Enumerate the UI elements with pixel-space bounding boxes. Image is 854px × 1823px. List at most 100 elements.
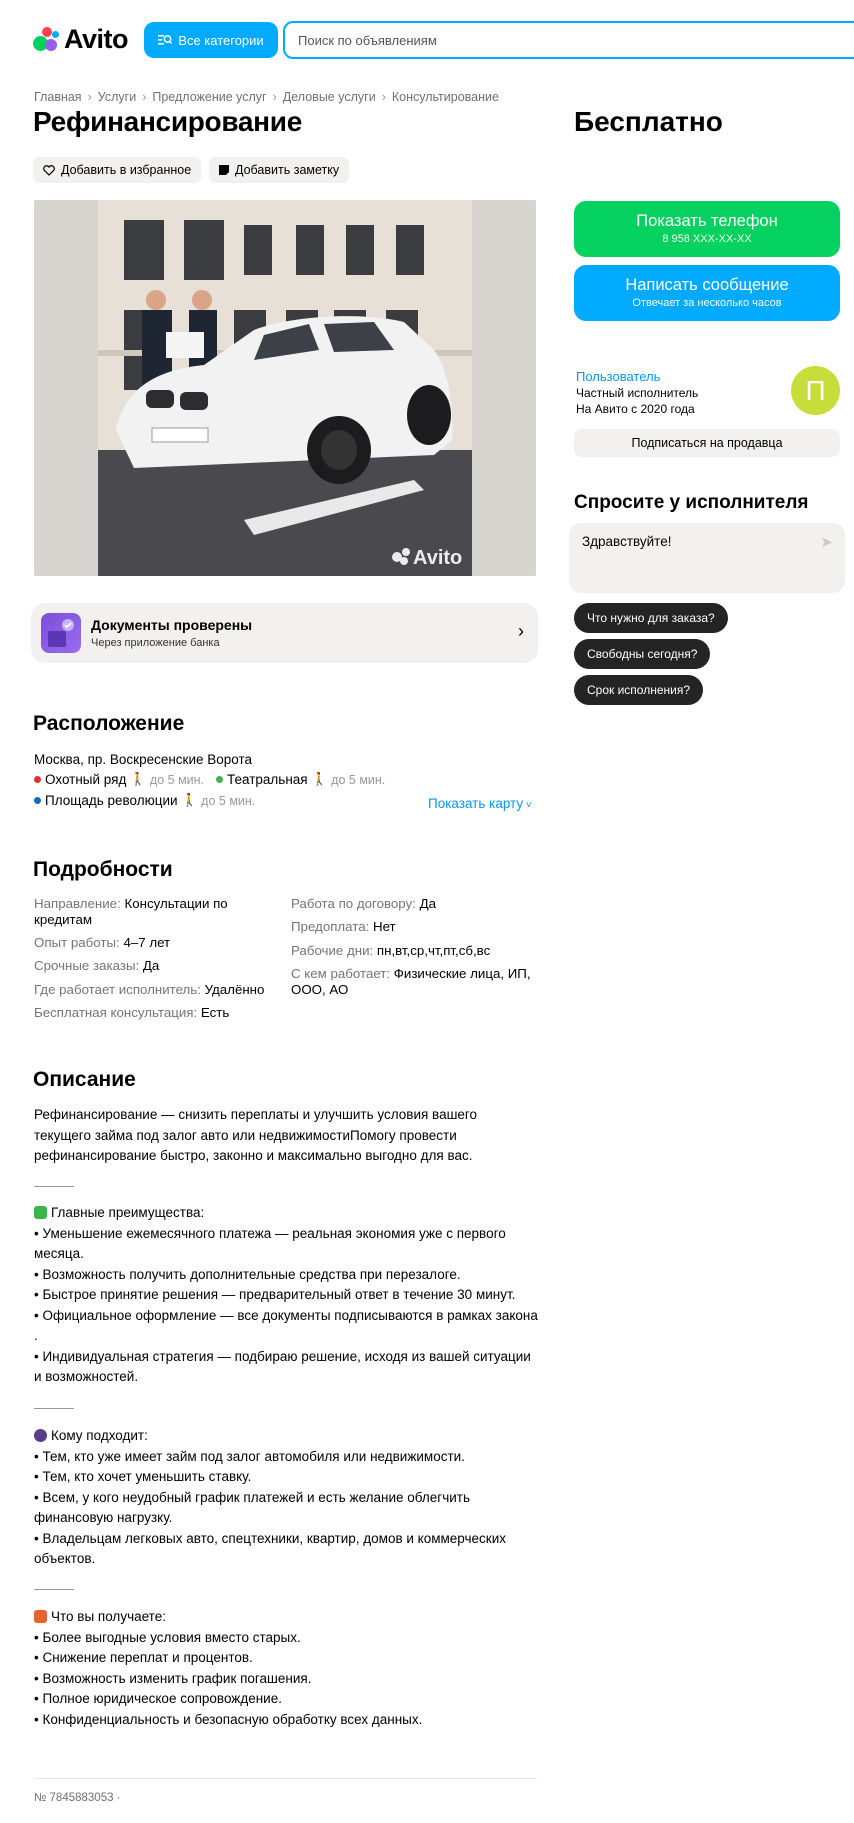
description-intro: Рефинансирование — снизить переплаты и у…: [34, 1107, 478, 1163]
quick-reply-button[interactable]: Срок исполнения?: [574, 675, 704, 705]
show-phone-label: Показать телефон: [636, 212, 778, 230]
audience-heading: Кому подходит:: [34, 1426, 539, 1447]
quick-reply-button[interactable]: Что нужно для заказа?: [574, 603, 728, 633]
all-categories-button[interactable]: Все категории: [144, 22, 278, 58]
item-number: № 7845883053 ·: [34, 1792, 121, 1804]
address: Москва, пр. Воскресенские Ворота: [34, 752, 253, 767]
detail-item: Бесплатная консультация: Есть: [34, 1005, 230, 1020]
show-phone-button[interactable]: Показать телефон 8 958 XXX-XX-XX: [574, 201, 840, 257]
documents-verified-subtitle: Через приложение банка: [91, 637, 220, 649]
documents-verified-title: Документы проверены: [91, 617, 253, 633]
search-input[interactable]: Поиск по объявлениям: [283, 21, 854, 59]
list-item: • Тем, кто хочет уменьшить ставку.: [34, 1469, 252, 1484]
detail-item: Предоплата: Нет: [291, 919, 396, 934]
seller-type: Частный исполнитель: [576, 386, 699, 400]
metro-station-time: до 5 мин.: [331, 772, 386, 787]
benefits-heading: Что вы получаете:: [34, 1607, 539, 1628]
page-title: Рефинансирование: [33, 106, 302, 137]
logo-text: Avito: [64, 24, 129, 54]
write-message-button[interactable]: Написать сообщение Отвечает за несколько…: [574, 265, 840, 321]
divider: [34, 1186, 74, 1187]
location-title: Расположение: [33, 712, 185, 735]
breadcrumb-item[interactable]: Услуги: [98, 90, 136, 104]
list-item: • Снижение переплат и процентов.: [34, 1650, 253, 1665]
metro-station: Театральная 🚶 до 5 мин.: [216, 772, 385, 787]
list-item: • Возможность получить дополнительные ср…: [34, 1266, 461, 1282]
write-message-label: Написать сообщение: [625, 276, 789, 294]
advantages-heading: Главные преимущества:: [34, 1203, 539, 1224]
chevron-down-icon: ˅: [523, 800, 532, 811]
list-item: • Конфиденциальность и безопасную обрабо…: [34, 1711, 423, 1727]
breadcrumb-item[interactable]: Консультирование: [392, 90, 499, 104]
list-item: • Владельцам легковых авто, спецтехники,…: [34, 1530, 507, 1567]
response-time: Отвечает за несколько часов: [632, 297, 782, 309]
advantages-block: Главные преимущества: • Уменьшение ежеме…: [34, 1203, 539, 1388]
avito-logo[interactable]: Avito: [33, 24, 129, 55]
breadcrumb-item[interactable]: Главная: [34, 90, 82, 104]
gift-icon: [34, 1610, 47, 1623]
show-map-label: Показать карту: [428, 796, 524, 811]
quick-reply-button[interactable]: Свободны сегодня?: [574, 639, 711, 669]
list-item: • Тем, кто уже имеет займ под залог авто…: [34, 1448, 465, 1464]
metro-station: Охотный ряд 🚶 до 5 мин.: [34, 772, 204, 787]
add-favorite-label: Добавить в избранное: [61, 163, 192, 177]
metro-station-name: Охотный ряд: [45, 772, 127, 787]
detail-item: С кем работает: Физические лица, ИП, ООО…: [291, 966, 531, 997]
search-placeholder: Поиск по объявлениям: [298, 32, 437, 48]
avatar[interactable]: П: [791, 366, 840, 415]
breadcrumb-item[interactable]: Деловые услуги: [283, 90, 376, 104]
subscribe-button[interactable]: Подписаться на продавца: [574, 429, 840, 457]
add-note-label: Добавить заметку: [235, 163, 340, 177]
list-item: • Официальное оформление — все документы…: [34, 1307, 538, 1344]
chevron-right-icon: ›: [518, 621, 524, 641]
divider: [34, 1589, 74, 1590]
benefits-block: Что вы получаете: • Более выгодные услов…: [34, 1607, 539, 1730]
documents-check-icon: [41, 613, 81, 653]
person-icon: [34, 1429, 47, 1442]
all-categories-label: Все категории: [178, 32, 264, 48]
header: Avito Все категории Поиск по объявлениям: [0, 0, 854, 80]
breadcrumb: Главная › Услуги › Предложение услуг › Дело…: [34, 90, 499, 104]
phone-number: 8 958 XXX-XX-XX: [662, 233, 752, 245]
description-title: Описание: [33, 1068, 136, 1091]
audience-block: Кому подходит: • Тем, кто уже имеет займ…: [34, 1426, 539, 1570]
listing-photo[interactable]: Avito: [34, 200, 536, 576]
metro-station-time: до 5 мин.: [149, 772, 205, 787]
metro-station-name: Театральная: [227, 772, 308, 787]
walking-person-icon: 🚶: [311, 772, 328, 786]
detail-item: Опыт работы: 4–7 лет: [34, 935, 171, 950]
logo-dots-icon: [33, 26, 60, 53]
detail-item: Направление: Консультации по кредитам: [34, 896, 228, 927]
add-note-button[interactable]: Добавить заметку: [209, 157, 350, 183]
documents-verified-banner[interactable]: Документы проверены Через приложение бан…: [31, 603, 538, 663]
detail-item: Рабочие дни: пн,вт,ср,чт,пт,сб,вс: [291, 943, 491, 958]
divider: [34, 1408, 74, 1409]
heart-icon: [43, 164, 55, 176]
seller-since: На Авито с 2020 года: [576, 402, 695, 416]
list-item: • Более выгодные условия вместо старых.: [34, 1629, 301, 1645]
list-item: • Быстрое принятие решения — предварител…: [34, 1287, 516, 1302]
price: Бесплатно: [574, 106, 723, 137]
breadcrumb-item[interactable]: Предложение услуг: [152, 90, 266, 104]
categories-search-icon: [158, 35, 173, 45]
add-favorite-button[interactable]: Добавить в избранное: [33, 157, 202, 183]
metro-line-dot-icon: [34, 776, 41, 783]
list-item: • Возможность изменить график погашения.: [34, 1670, 312, 1686]
detail-item: Где работает исполнитель: Удалённо: [34, 982, 265, 997]
show-map-link[interactable]: Показать карту ˅: [428, 796, 532, 811]
message-input[interactable]: Здравствуйте! ➤: [569, 523, 845, 593]
ask-seller-title: Спросите у исполнителя: [574, 492, 809, 513]
svg-text:Avito: Avito: [413, 547, 462, 569]
walking-person-icon: 🚶: [130, 772, 146, 786]
metro-station-name: Площадь революции: [45, 793, 178, 808]
seller-name-link[interactable]: Пользователь: [576, 369, 660, 384]
list-item: • Полное юридическое сопровождение.: [34, 1691, 282, 1706]
checkmark-icon: [34, 1206, 47, 1219]
detail-item: Работа по договору: Да: [291, 896, 436, 911]
note-icon: [219, 164, 229, 175]
metro-station: Площадь революции 🚶 до 5 мин.: [34, 793, 255, 808]
send-icon[interactable]: ➤: [820, 533, 833, 551]
list-item: • Индивидуальная стратегия — подбираю ре…: [34, 1348, 531, 1385]
metro-station-time: до 5 мин.: [201, 793, 256, 808]
walking-person-icon: 🚶: [181, 793, 198, 807]
